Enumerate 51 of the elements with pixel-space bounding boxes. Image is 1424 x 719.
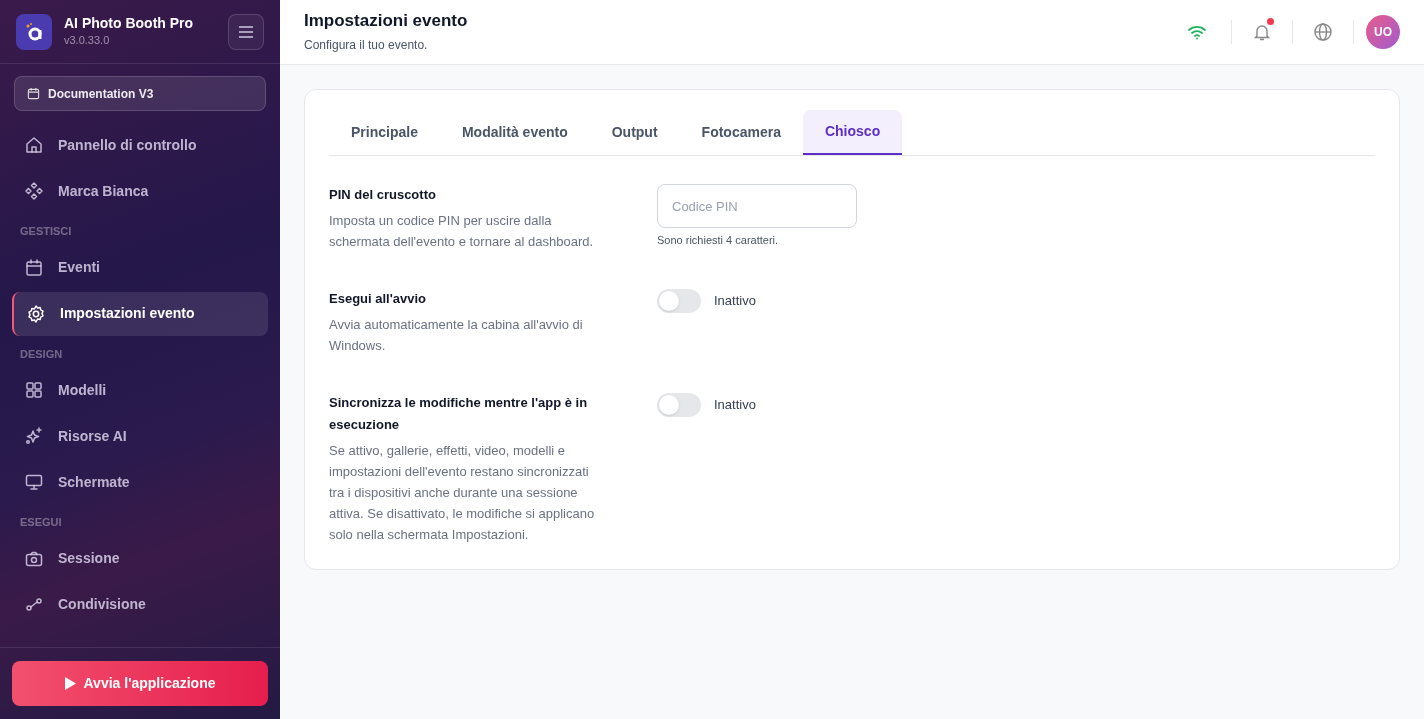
section-heading: ESEGUI: [19, 515, 63, 530]
settings-icon: [26, 303, 46, 324]
toggle-switch[interactable]: [657, 393, 701, 417]
calendar-icon: [24, 257, 44, 278]
monitor-icon: [24, 472, 44, 492]
setting-title: PIN del cruscotto: [329, 186, 437, 204]
play-icon: [64, 677, 76, 690]
menu-button[interactable]: [228, 13, 264, 50]
diamonds-icon: [24, 181, 44, 201]
user-avatar[interactable]: UO: [1366, 15, 1400, 49]
nav-item[interactable]: Modelli: [12, 368, 268, 412]
app-logo-icon: [16, 13, 52, 50]
tab[interactable]: Chiosco: [802, 110, 903, 155]
nav-item[interactable]: Sessione: [12, 536, 268, 581]
wifi-icon[interactable]: [1187, 24, 1207, 40]
nav-item[interactable]: Schermate: [12, 460, 268, 504]
launch-button[interactable]: Avvia l'applicazione: [12, 661, 268, 706]
nav-item[interactable]: Pannello di controllo: [12, 123, 268, 167]
field-hint: Sono richiesti 4 caratteri.: [657, 233, 780, 248]
section-heading: DESIGN: [19, 346, 64, 362]
tab[interactable]: Modalità evento: [439, 110, 590, 155]
bell-icon[interactable]: [1252, 22, 1272, 42]
nav-item[interactable]: Risorse AI: [12, 414, 268, 458]
section-heading: GESTISCI: [19, 224, 73, 239]
toggle-switch[interactable]: [657, 289, 701, 313]
nav-item[interactable]: Condivisione: [12, 582, 268, 627]
tab[interactable]: Fotocamera: [679, 110, 803, 155]
pin-input-field[interactable]: Codice PIN: [657, 184, 857, 228]
page-title: Impostazioni evento: [304, 10, 469, 32]
tab[interactable]: Output: [589, 110, 680, 155]
globe-icon[interactable]: [1313, 22, 1333, 42]
setting-description: Avvia automaticamente la cabina all'avvio di Windows.: [329, 316, 584, 355]
nav-item[interactable]: Impostazioni evento: [12, 291, 268, 336]
setting-description: Imposta un codice PIN per uscire dalla schermata dell'evento e tornare al dashboard.: [329, 212, 595, 251]
toggle-state-label: Inattivo: [714, 396, 756, 415]
app-version: v3.0.33.0: [64, 33, 111, 48]
sparkle-icon: [24, 426, 44, 446]
grid-icon: [24, 380, 44, 400]
event-selector[interactable]: Documentation V3: [14, 76, 266, 111]
page-subtitle: Configura il tuo evento.: [304, 36, 429, 54]
app-name: AI Photo Booth Pro: [64, 14, 195, 32]
setting-title: Esegui all'avvio: [329, 290, 428, 308]
setting-description: Se attivo, gallerie, effetti, video, modelli e impostazioni dell'evento restano sincronizzati tra i dispositivi anche durante una sessione attiva. Se disattivato, le modifiche si applicano solo nella schermata Impostazioni.: [329, 442, 596, 544]
calendar-icon: [27, 87, 40, 100]
nav-item[interactable]: Marca Bianca: [12, 169, 268, 213]
home-icon: [24, 135, 44, 155]
tab[interactable]: Principale: [329, 110, 440, 155]
toggle-state-label: Inattivo: [714, 292, 756, 311]
setting-title: Sincronizza le modifiche mentre l'app è in esecuzione: [329, 394, 589, 434]
nav-item[interactable]: Eventi: [12, 245, 268, 290]
menu-icon: [238, 25, 254, 38]
